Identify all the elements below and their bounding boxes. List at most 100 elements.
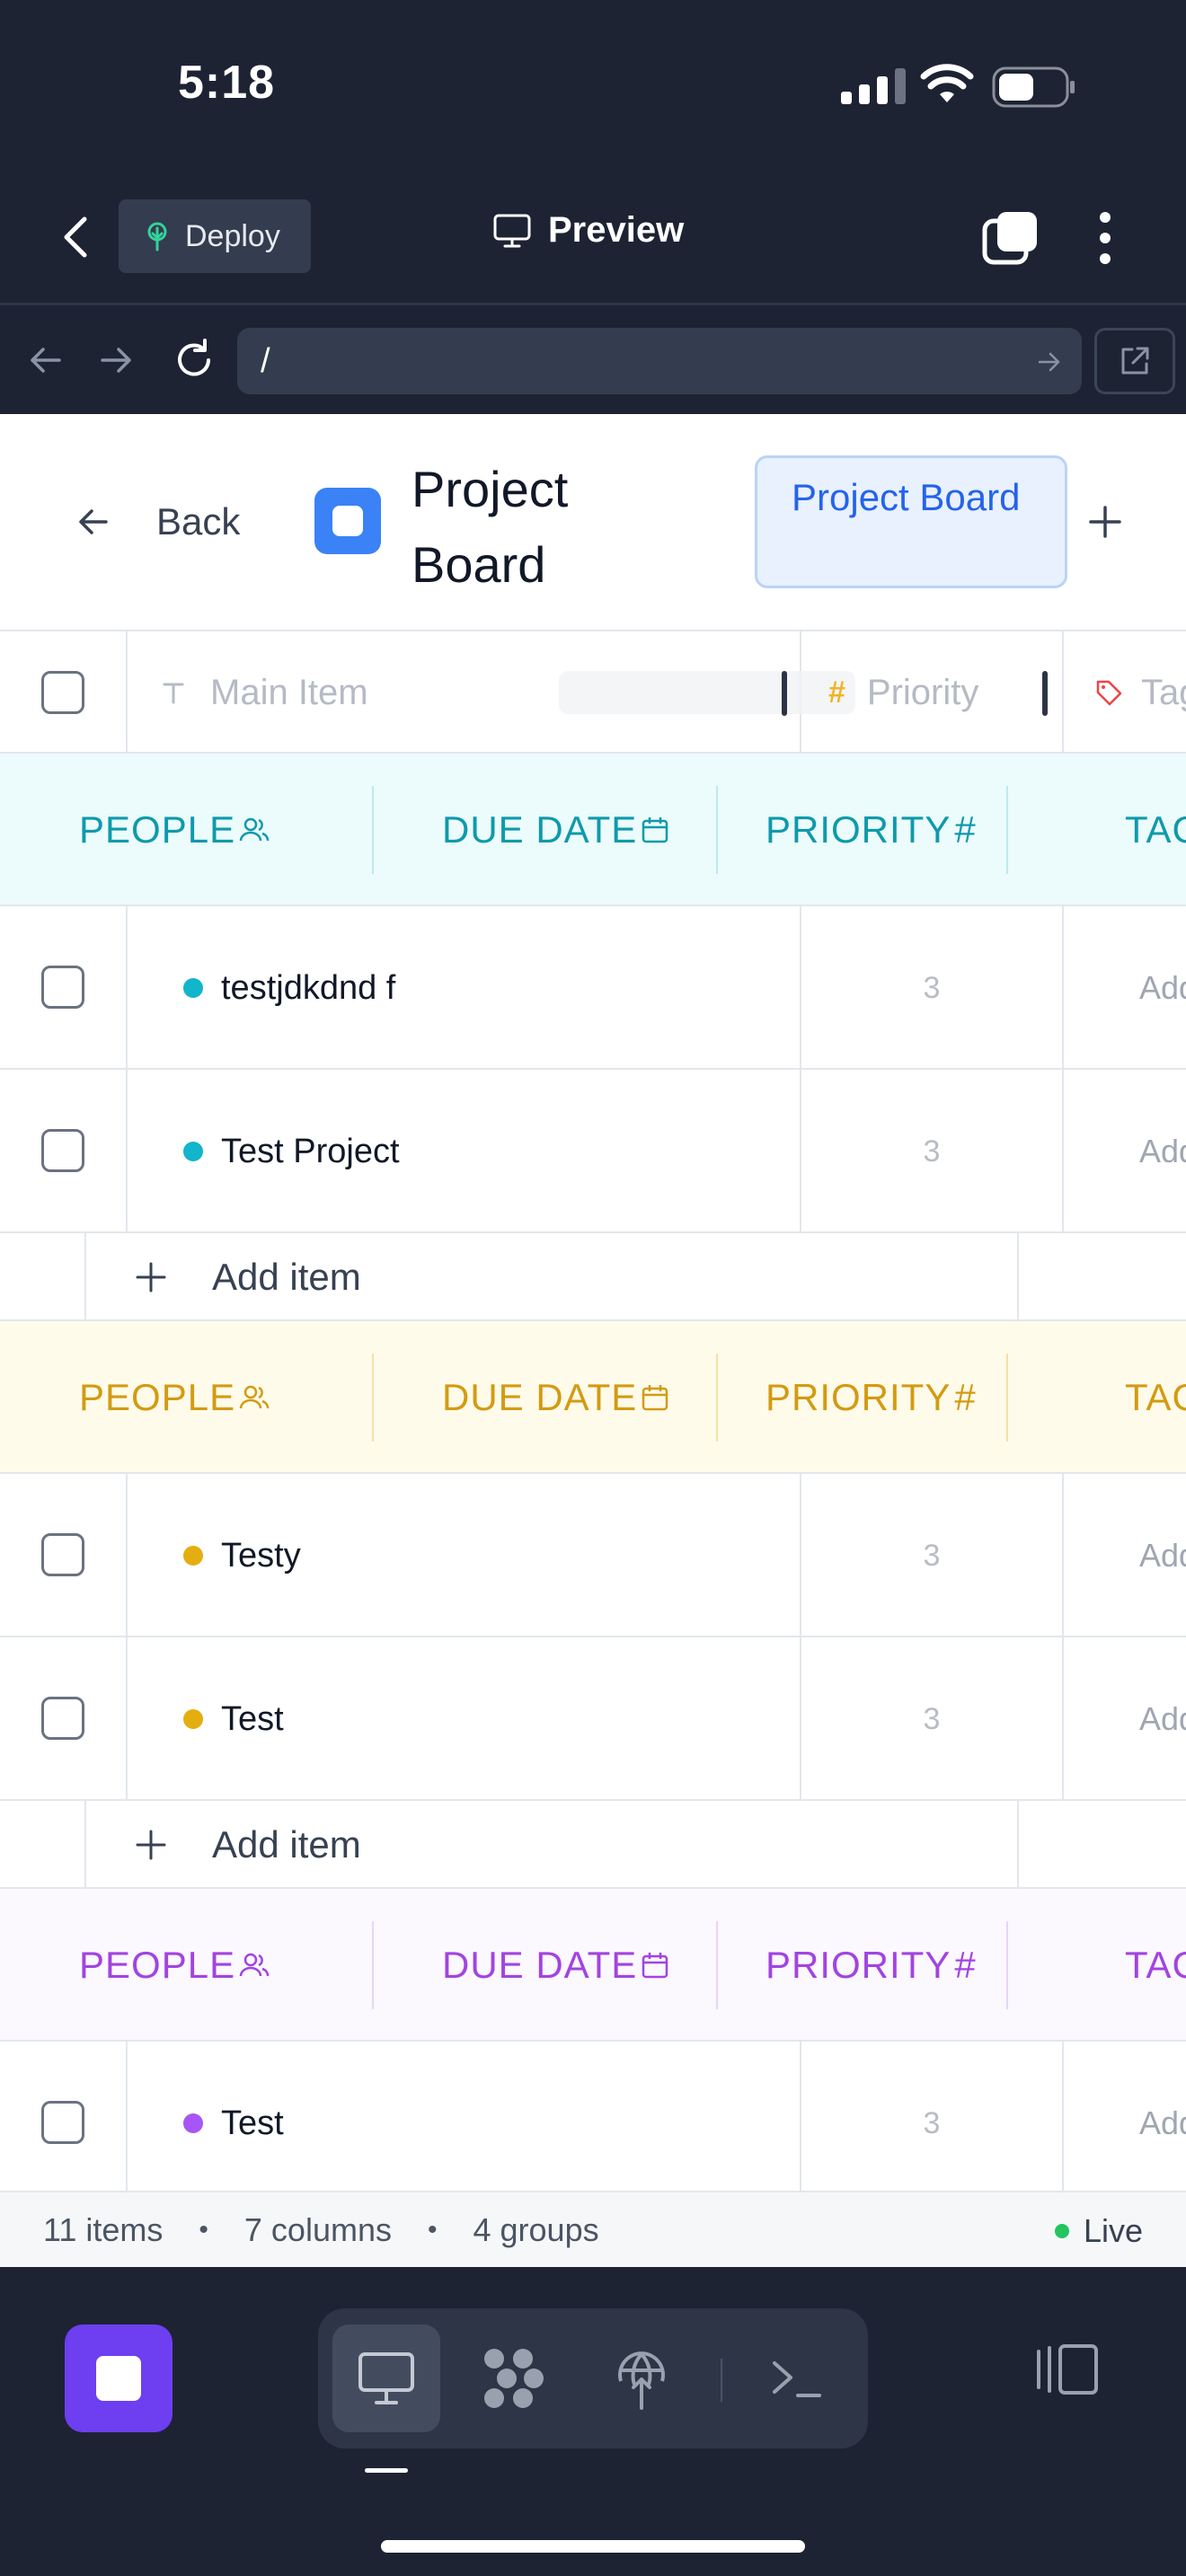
plus-icon [136, 1830, 166, 1860]
item-name: Test [221, 2104, 284, 2142]
column-main-item[interactable]: Main Item [128, 631, 855, 754]
select-all-checkbox[interactable] [41, 671, 84, 714]
tab-label: Project Board [792, 476, 1021, 518]
go-arrow-icon[interactable] [1037, 349, 1062, 375]
tags-cell[interactable]: Add [1064, 1637, 1186, 1801]
priority-cell[interactable]: 3 [801, 1070, 1064, 1233]
item-name-cell[interactable]: Testy [128, 1474, 801, 1637]
tabs-icon[interactable] [981, 210, 1039, 266]
add-item-label: Add item [212, 1256, 361, 1298]
tags-cell[interactable]: Add [1064, 906, 1186, 1070]
tool-switcher [318, 2308, 868, 2448]
workflow-tool-button[interactable] [460, 2325, 568, 2432]
deploy-tool-button[interactable] [588, 2325, 695, 2432]
board-icon [314, 488, 381, 554]
table-row[interactable]: Test 3 Add [0, 2042, 1186, 2205]
column-resize-handle[interactable] [1042, 671, 1048, 716]
item-name-cell[interactable]: Test [128, 1637, 801, 1801]
group-col-tags: TAGS [1125, 1321, 1186, 1474]
app-bar: Deploy Preview [0, 171, 1186, 305]
item-name-cell[interactable]: Test Project [128, 1070, 801, 1233]
board-header: Back Project Board Project Board [0, 414, 1186, 631]
column-priority-label: Priority [866, 672, 979, 712]
table-row[interactable]: Test Project 3 Add [0, 1070, 1186, 1233]
nodes-icon [484, 2349, 544, 2408]
row-check-cell [0, 1070, 128, 1233]
table-row[interactable]: Testy 3 Add [0, 1474, 1186, 1637]
monitor-icon [358, 2352, 414, 2404]
people-icon [239, 1385, 270, 1409]
column-resize-handle[interactable] [782, 671, 787, 716]
browser-back-icon[interactable] [25, 340, 65, 380]
plus-icon[interactable] [1087, 504, 1123, 540]
priority-cell[interactable]: 3 [801, 1637, 1064, 1801]
preview-tool-button[interactable] [332, 2325, 440, 2432]
people-label: PEOPLE [79, 1376, 236, 1418]
column-priority[interactable]: # Priority [801, 631, 1064, 754]
tags-label: TAGS [1125, 1376, 1186, 1418]
url-text: / [261, 341, 270, 380]
column-tags[interactable]: Tags [1064, 631, 1186, 754]
url-input[interactable]: / [237, 328, 1082, 394]
status-bar: 5:18 [0, 0, 1186, 171]
priority-label: PRIORITY [766, 808, 951, 851]
item-name: Test [221, 1699, 284, 1738]
deploy-button[interactable]: Deploy [119, 199, 311, 273]
group-col-priority: PRIORITY # [766, 1321, 977, 1474]
tags-label: TAGS [1125, 808, 1186, 851]
row-checkbox[interactable] [41, 2101, 84, 2144]
item-name: Test Project [221, 1132, 400, 1170]
due-date-label: DUE DATE [442, 1944, 638, 1986]
table-row[interactable]: testjdkdnd f 3 Add [0, 906, 1186, 1070]
table-row[interactable]: Test 3 Add [0, 1637, 1186, 1801]
separator [372, 786, 374, 874]
tags-cell[interactable]: Add [1064, 2042, 1186, 2205]
browser-forward-icon[interactable] [97, 340, 137, 380]
tags-cell[interactable]: Add [1064, 1474, 1186, 1637]
tags-label: TAGS [1125, 1944, 1186, 1986]
add-item-button[interactable]: Add item [84, 1801, 1019, 1889]
separator [716, 786, 718, 874]
terminal-tool-button[interactable] [742, 2325, 850, 2432]
calendar-icon [642, 817, 668, 843]
back-arrow-icon[interactable] [54, 212, 99, 262]
back-button[interactable]: Back [75, 500, 240, 543]
status-dot [183, 978, 203, 998]
panel-toggle-icon[interactable] [1033, 2342, 1100, 2396]
globe-upload-icon [618, 2351, 665, 2410]
row-check-cell [0, 1637, 128, 1801]
tags-cell[interactable]: Add [1064, 1070, 1186, 1233]
group-col-tags: TAGS [1125, 1889, 1186, 2042]
row-checkbox[interactable] [41, 1697, 84, 1740]
stop-button[interactable] [65, 2325, 173, 2432]
due-date-label: DUE DATE [442, 1376, 638, 1418]
more-menu-icon[interactable] [1087, 208, 1123, 268]
preview-label: Preview [548, 210, 685, 250]
status-dot [183, 1546, 203, 1566]
row-checkbox[interactable] [41, 1533, 84, 1576]
add-item-button[interactable]: Add item [84, 1233, 1019, 1321]
group-header: PEOPLE DUE DATE PRIORITY# TAGS [0, 1889, 1186, 2042]
people-icon [239, 817, 270, 842]
priority-cell[interactable]: 3 [801, 1474, 1064, 1637]
priority-cell[interactable]: 3 [801, 2042, 1064, 2205]
row-checkbox[interactable] [41, 1129, 84, 1172]
reload-icon[interactable] [171, 337, 217, 384]
number-type-icon: # [828, 675, 845, 710]
hash-icon: # [954, 1944, 977, 1986]
group-header: PEOPLE DUE DATE PRIORITY# TAGS [0, 754, 1186, 906]
arrow-left-icon [79, 509, 108, 534]
priority-cell[interactable]: 3 [801, 906, 1064, 1070]
group-col-people: PEOPLE [79, 754, 270, 906]
item-name-cell[interactable]: Test [128, 2042, 801, 2205]
due-date-label: DUE DATE [442, 808, 638, 851]
separator [716, 1921, 718, 2009]
terminal-icon [773, 2361, 821, 2397]
tab-project-board[interactable]: Project Board [755, 455, 1067, 588]
status-dot [183, 1142, 203, 1161]
people-label: PEOPLE [79, 1944, 236, 1986]
row-checkbox[interactable] [41, 966, 84, 1009]
item-name-cell[interactable]: testjdkdnd f [128, 906, 801, 1070]
open-external-button[interactable] [1094, 328, 1175, 394]
calendar-icon [642, 1953, 668, 1979]
